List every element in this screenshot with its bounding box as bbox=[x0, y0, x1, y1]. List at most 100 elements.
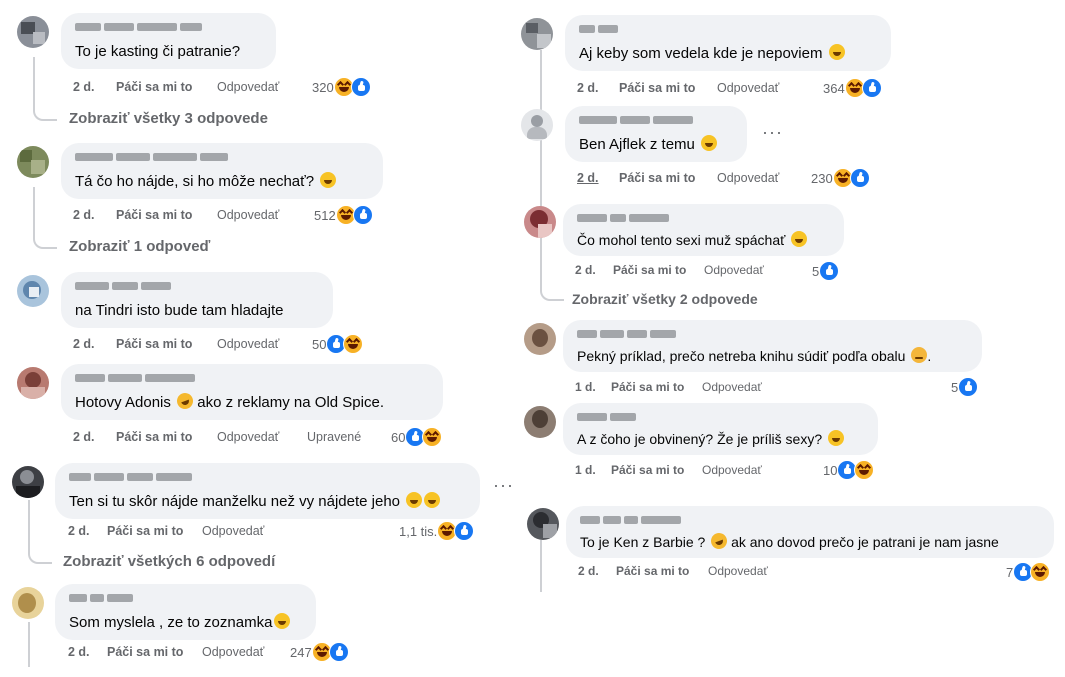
author-name-blurred[interactable] bbox=[577, 330, 676, 339]
avatar[interactable] bbox=[17, 146, 49, 178]
timestamp[interactable]: 2 d. bbox=[578, 564, 599, 578]
timestamp[interactable]: 2 d. bbox=[68, 645, 90, 659]
comment-text: To je Ken z Barbie ? ak ano dovod prečo … bbox=[580, 530, 999, 552]
reaction-summary[interactable]: 50 bbox=[312, 334, 364, 354]
like-button[interactable]: Páči sa mi to bbox=[107, 524, 183, 538]
view-replies-link[interactable]: Zobraziť všetky 2 odpovede bbox=[572, 291, 758, 307]
author-name-blurred[interactable] bbox=[75, 282, 171, 291]
like-reaction-icon bbox=[328, 642, 349, 662]
view-replies-link[interactable]: Zobraziť 1 odpoveď bbox=[69, 238, 210, 255]
reply-button[interactable]: Odpovedať bbox=[717, 171, 779, 185]
emoji-icon bbox=[320, 172, 337, 188]
timestamp[interactable]: 2 d. bbox=[68, 524, 90, 538]
more-options-icon[interactable]: ··· bbox=[493, 475, 514, 496]
reaction-summary[interactable]: 5 bbox=[812, 261, 840, 281]
reply-button[interactable]: Odpovedať bbox=[217, 208, 279, 222]
comment-bubble: Aj keby som vedela kde je nepoviem bbox=[565, 15, 891, 71]
avatar[interactable] bbox=[524, 406, 556, 438]
reaction-summary[interactable]: 230 bbox=[811, 168, 870, 188]
timestamp[interactable]: 1 d. bbox=[575, 380, 596, 394]
like-button[interactable]: Páči sa mi to bbox=[619, 81, 695, 95]
comment-text: To je kasting či patranie? bbox=[75, 43, 241, 60]
reply-button[interactable]: Odpovedať bbox=[202, 524, 264, 538]
reaction-summary[interactable]: 10 bbox=[823, 460, 875, 480]
reply-button[interactable]: Odpovedať bbox=[217, 337, 279, 351]
comment-actions: 2 d. Páči sa mi to Odpovedať bbox=[577, 171, 797, 187]
like-button[interactable]: Páči sa mi to bbox=[611, 463, 684, 477]
avatar[interactable] bbox=[521, 18, 553, 50]
reply-button[interactable]: Odpovedať bbox=[717, 81, 779, 95]
timestamp[interactable]: 2 d. bbox=[575, 263, 596, 277]
emoji-icon bbox=[424, 492, 441, 508]
reply-button[interactable]: Odpovedať bbox=[217, 80, 279, 94]
like-button[interactable]: Páči sa mi to bbox=[116, 337, 192, 351]
emoji-icon bbox=[701, 135, 718, 151]
author-name-blurred[interactable] bbox=[69, 594, 133, 603]
author-name-blurred[interactable] bbox=[579, 25, 618, 34]
timestamp[interactable]: 2 d. bbox=[73, 208, 95, 222]
like-button[interactable]: Páči sa mi to bbox=[616, 564, 689, 578]
avatar[interactable] bbox=[17, 275, 49, 307]
reply-button[interactable]: Odpovedať bbox=[702, 380, 762, 394]
timestamp[interactable]: 2 d. bbox=[577, 171, 599, 185]
timestamp[interactable]: 2 d. bbox=[73, 337, 95, 351]
reaction-summary[interactable]: 247 bbox=[290, 642, 349, 662]
reaction-summary[interactable]: 320 bbox=[312, 77, 371, 97]
like-button[interactable]: Páči sa mi to bbox=[116, 80, 192, 94]
reply-thread-line bbox=[33, 187, 57, 249]
like-button[interactable]: Páči sa mi to bbox=[116, 208, 192, 222]
view-replies-link[interactable]: Zobraziť všetkých 6 odpovedí bbox=[63, 553, 275, 570]
avatar[interactable] bbox=[524, 206, 556, 238]
avatar[interactable] bbox=[521, 109, 553, 141]
reaction-summary[interactable]: 512 bbox=[314, 205, 373, 225]
reply-thread-line bbox=[28, 622, 30, 667]
avatar[interactable] bbox=[12, 587, 44, 619]
edited-label[interactable]: Upravené bbox=[307, 430, 361, 444]
author-name-blurred[interactable] bbox=[579, 116, 693, 125]
reaction-summary[interactable]: 7 bbox=[1006, 562, 1051, 582]
emoji-icon bbox=[828, 430, 845, 446]
reaction-summary[interactable]: 1,1 tis. bbox=[399, 521, 475, 541]
author-name-blurred[interactable] bbox=[75, 153, 228, 162]
comment-actions: 2 d. Páči sa mi to Odpovedať bbox=[68, 645, 288, 661]
timestamp[interactable]: 2 d. bbox=[73, 80, 95, 94]
like-button[interactable]: Páči sa mi to bbox=[116, 430, 192, 444]
emoji-icon bbox=[791, 231, 808, 247]
reply-thread-line bbox=[28, 500, 52, 564]
avatar[interactable] bbox=[12, 466, 44, 498]
author-name-blurred[interactable] bbox=[577, 413, 636, 422]
reply-button[interactable]: Odpovedať bbox=[202, 645, 264, 659]
avatar[interactable] bbox=[17, 367, 49, 399]
more-options-icon[interactable]: ··· bbox=[762, 122, 783, 143]
reply-button[interactable]: Odpovedať bbox=[704, 263, 764, 277]
timestamp[interactable]: 2 d. bbox=[577, 81, 599, 95]
comment-bubble: Ten si tu skôr nájde manželku než vy náj… bbox=[55, 463, 480, 519]
comment-actions: 2 d. Páči sa mi to Odpovedať bbox=[73, 208, 293, 224]
view-replies-link[interactable]: Zobraziť všetky 3 odpovede bbox=[69, 110, 268, 127]
author-name-blurred[interactable] bbox=[69, 473, 192, 482]
reaction-summary[interactable]: 5 bbox=[951, 377, 979, 397]
like-button[interactable]: Páči sa mi to bbox=[619, 171, 695, 185]
reply-button[interactable]: Odpovedať bbox=[702, 463, 762, 477]
author-name-blurred[interactable] bbox=[577, 214, 669, 223]
thread-line bbox=[540, 540, 542, 592]
avatar[interactable] bbox=[527, 508, 559, 540]
reply-button[interactable]: Odpovedať bbox=[708, 564, 768, 578]
reaction-count: 5 bbox=[951, 379, 959, 395]
like-button[interactable]: Páči sa mi to bbox=[613, 263, 686, 277]
timestamp[interactable]: 2 d. bbox=[73, 430, 95, 444]
comment-actions: 2 d. Páči sa mi to Odpovedať bbox=[73, 80, 293, 96]
like-button[interactable]: Páči sa mi to bbox=[107, 645, 183, 659]
author-name-blurred[interactable] bbox=[75, 23, 202, 32]
avatar[interactable] bbox=[524, 323, 556, 355]
comment-actions: 2 d. Páči sa mi to Odpovedať bbox=[577, 81, 797, 97]
reply-thread-line bbox=[540, 242, 564, 301]
reply-button[interactable]: Odpovedať bbox=[217, 430, 279, 444]
reaction-summary[interactable]: 60 bbox=[391, 427, 443, 447]
timestamp[interactable]: 1 d. bbox=[575, 463, 596, 477]
avatar[interactable] bbox=[17, 16, 49, 48]
reaction-summary[interactable]: 364 bbox=[823, 78, 882, 98]
like-button[interactable]: Páči sa mi to bbox=[611, 380, 684, 394]
author-name-blurred[interactable] bbox=[580, 516, 681, 525]
author-name-blurred[interactable] bbox=[75, 374, 195, 383]
